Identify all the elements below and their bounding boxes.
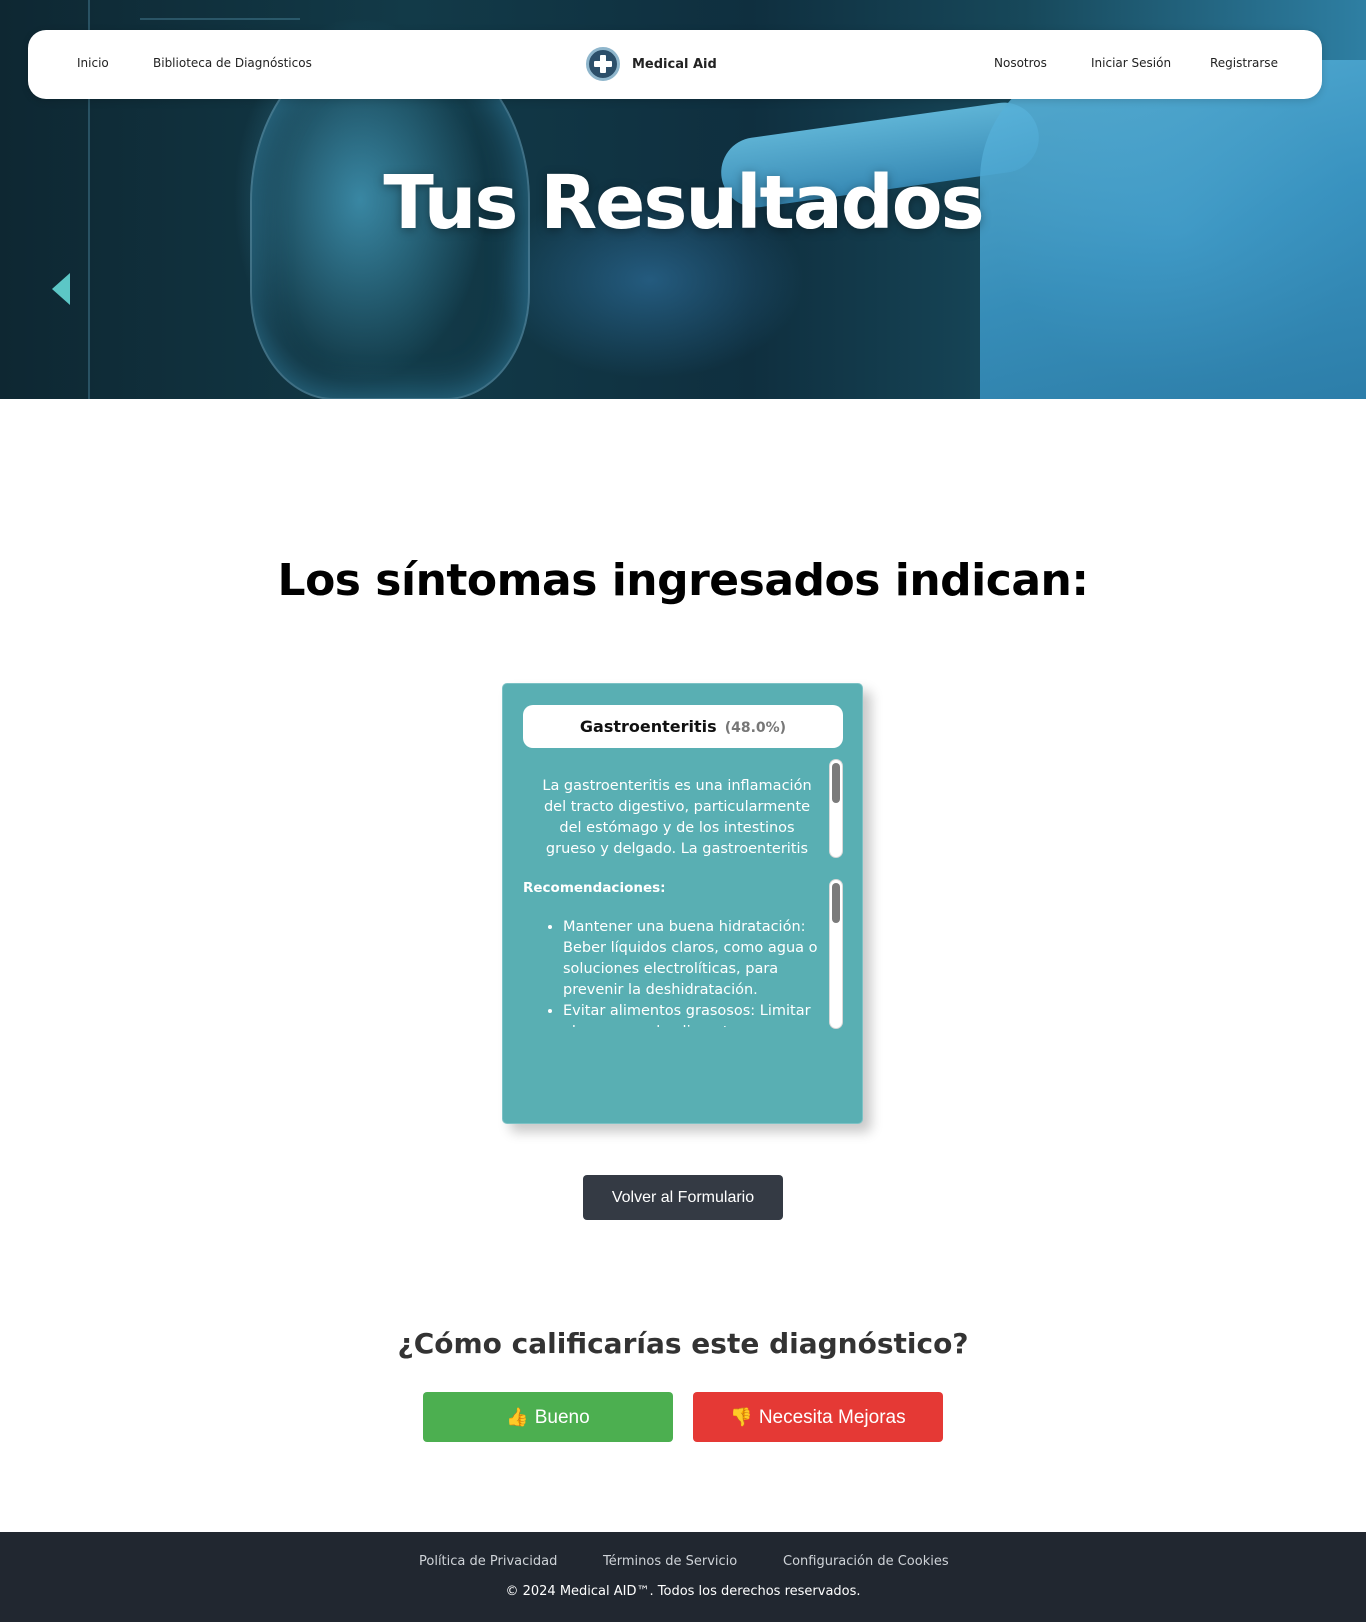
medical-cross-icon — [586, 47, 620, 81]
results-heading: Los síntomas ingresados indican: — [277, 555, 1089, 606]
description-scroll-thumb[interactable] — [832, 763, 840, 803]
recommendation-item: Evitar alimentos grasosos: Limitar el co… — [563, 1001, 823, 1027]
footer-link-cookies[interactable]: Configuración de Cookies — [783, 1554, 949, 1569]
page-footer: Política de Privacidad Términos de Servi… — [0, 1532, 1366, 1622]
rate-good-label: Bueno — [534, 1407, 590, 1428]
nav-link-inicio[interactable]: Inicio — [77, 56, 109, 70]
recommendations-scroll-thumb[interactable] — [832, 883, 840, 923]
recommendations-scrollbar[interactable] — [829, 879, 843, 1029]
rate-bad-label: Necesita Mejoras — [758, 1407, 906, 1428]
rate-bad-button[interactable]: 👎 Necesita Mejoras — [693, 1392, 943, 1442]
nav-link-nosotros[interactable]: Nosotros — [994, 56, 1047, 70]
recommendations-list: Mantener una buena hidratación: Beber lí… — [523, 917, 823, 1027]
hero-decor-line — [140, 18, 300, 20]
description-scrollbar[interactable] — [829, 759, 843, 858]
diagnosis-header: Gastroenteritis (48.0%) — [523, 705, 843, 748]
diagnosis-description: La gastroenteritis es una inflamación de… — [542, 778, 812, 857]
diagnosis-card: Gastroenteritis (48.0%) La gastroenteriti… — [502, 683, 863, 1124]
recommendation-item: Mantener una buena hidratación: Beber lí… — [563, 917, 823, 1001]
thumbs-up-icon: 👍 — [506, 1407, 529, 1427]
top-navbar: Inicio Biblioteca de Diagnósticos Medica… — [28, 30, 1322, 99]
nav-link-register[interactable]: Registrarse — [1210, 56, 1278, 70]
diagnosis-name: Gastroenteritis — [579, 717, 717, 736]
nav-link-biblioteca[interactable]: Biblioteca de Diagnósticos — [153, 56, 312, 70]
nav-link-login[interactable]: Iniciar Sesión — [1091, 56, 1171, 70]
brand-name: Medical Aid — [632, 56, 717, 72]
footer-copyright: © 2024 Medical AID™. Todos los derechos … — [505, 1584, 861, 1599]
brand-logo[interactable]: Medical Aid — [586, 46, 717, 82]
rating-question: ¿Cómo calificarías este diagnóstico? — [397, 1327, 969, 1360]
thumbs-down-icon: 👎 — [730, 1407, 753, 1427]
recommendations-title: Recomendaciones: — [523, 880, 666, 896]
back-to-form-button[interactable]: Volver al Formulario — [583, 1175, 783, 1220]
diagnosis-percentage: (48.0%) — [724, 720, 787, 736]
carousel-prev-arrow-icon[interactable] — [52, 273, 70, 305]
rate-good-button[interactable]: 👍 Bueno — [423, 1392, 673, 1442]
hero-title: Tus Resultados — [383, 160, 984, 246]
footer-link-terms[interactable]: Términos de Servicio — [603, 1554, 737, 1569]
footer-link-privacy[interactable]: Política de Privacidad — [419, 1554, 557, 1569]
